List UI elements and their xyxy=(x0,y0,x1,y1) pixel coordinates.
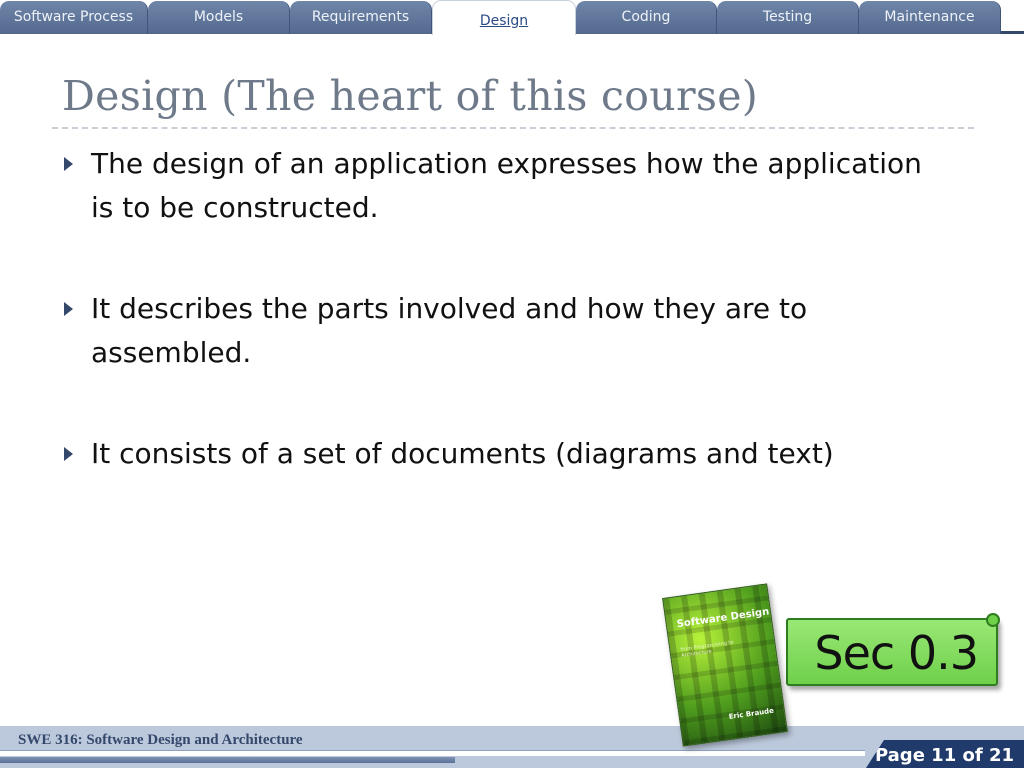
slide-title: Design (The heart of this course) xyxy=(62,72,759,120)
tab-coding[interactable]: Coding xyxy=(576,1,717,34)
book-subtitle: from Programming to Architecture xyxy=(680,639,734,659)
bullet-item: The design of an application expresses h… xyxy=(91,147,922,224)
tab-requirements[interactable]: Requirements xyxy=(290,1,432,34)
tab-software-process[interactable]: Software Process xyxy=(0,1,148,34)
bullet-arrow-icon xyxy=(64,302,73,316)
section-tab-bar: Software Process Models Requirements Des… xyxy=(0,0,1024,35)
tab-design[interactable]: Design xyxy=(432,0,576,35)
book-cover-image: Software Design from Programming to Arch… xyxy=(662,583,788,747)
bullet-arrow-icon xyxy=(64,447,73,461)
tab-testing[interactable]: Testing xyxy=(717,1,859,34)
page-indicator: Page 11 of 21 xyxy=(866,740,1024,768)
section-badge-label: Sec 0.3 xyxy=(814,626,979,680)
course-title: SWE 316: Software Design and Architectur… xyxy=(18,732,303,748)
tab-maintenance[interactable]: Maintenance xyxy=(859,1,1001,34)
book-author: Eric Braude xyxy=(728,706,775,721)
title-divider xyxy=(52,127,974,129)
bullet-arrow-icon xyxy=(64,157,73,171)
badge-pin-icon xyxy=(986,613,1000,627)
book-title: Software Design xyxy=(676,606,770,631)
footer-accent-bar xyxy=(0,757,455,763)
footer-divider xyxy=(0,750,865,756)
bullet-item: It describes the parts involved and how … xyxy=(91,292,808,369)
bullet-item: It consists of a set of documents (diagr… xyxy=(91,437,834,470)
section-badge: Sec 0.3 xyxy=(786,618,998,686)
tab-models[interactable]: Models xyxy=(148,1,290,34)
